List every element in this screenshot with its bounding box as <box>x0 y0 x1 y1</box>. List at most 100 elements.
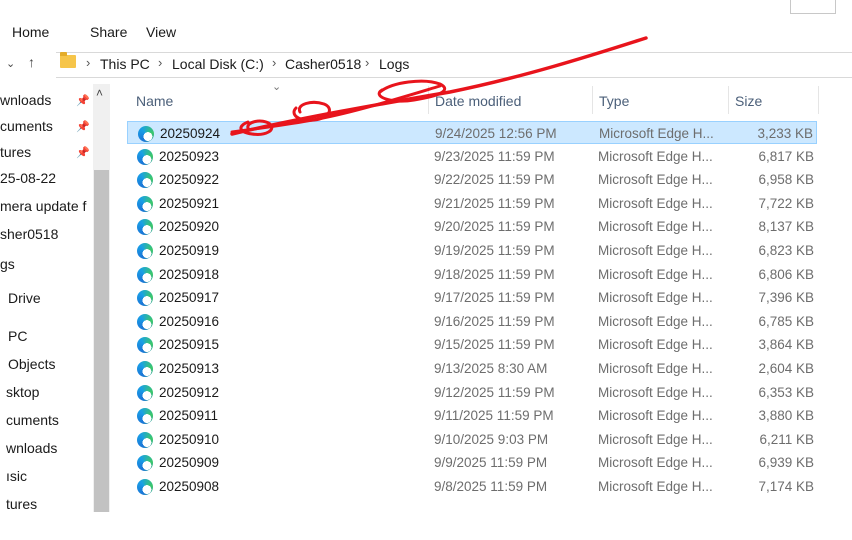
file-name: 20250920 <box>159 219 220 235</box>
tab-view[interactable]: View <box>146 24 176 40</box>
edge-html-icon <box>138 126 154 142</box>
tab-home[interactable]: Home <box>12 24 49 40</box>
nav-item-camera-update[interactable]: mera update f <box>0 198 86 214</box>
breadcrumb-casher0518[interactable]: Casher0518 <box>285 56 361 72</box>
up-arrow-icon[interactable]: ↑ <box>28 54 35 70</box>
file-date-modified: 9/13/2025 8:30 AM <box>434 361 548 376</box>
nav-item-this-pc[interactable]: PC <box>8 328 27 344</box>
file-row[interactable]: 20250918 9/18/2025 11:59 PM Microsoft Edge… <box>127 263 817 286</box>
breadcrumb-logs[interactable]: Logs <box>379 56 409 72</box>
ribbon: Home Share View <box>0 0 852 52</box>
file-type: Microsoft Edge H... <box>598 266 713 282</box>
column-divider[interactable] <box>428 86 429 114</box>
nav-item-downloads-pc[interactable]: wnloads <box>6 440 57 456</box>
column-header-type[interactable]: Type <box>599 93 629 109</box>
file-row[interactable]: 20250917 9/17/2025 11:59 PM Microsoft Edge… <box>127 286 817 309</box>
file-row[interactable]: 20250919 9/19/2025 11:59 PM Microsoft Edge… <box>127 239 817 262</box>
edge-html-icon <box>137 361 153 377</box>
file-size: 3,233 KB <box>757 126 813 141</box>
file-name: 20250921 <box>159 195 220 211</box>
file-name: 20250923 <box>159 148 220 164</box>
file-date-modified: 9/9/2025 11:59 PM <box>434 455 548 471</box>
file-row[interactable]: 20250911 9/11/2025 11:59 PM Microsoft Edge… <box>127 404 817 427</box>
file-date-modified: 9/12/2025 11:59 PM <box>434 384 555 400</box>
file-size: 7,722 KB <box>758 195 814 211</box>
file-row[interactable]: 20250924 9/24/2025 12:56 PM Microsoft Edge… <box>127 121 817 144</box>
file-name: 20250908 <box>159 479 220 494</box>
breadcrumb-separator-icon: › <box>86 55 91 70</box>
nav-item-desktop[interactable]: sktop <box>6 384 39 400</box>
file-date-modified: 9/11/2025 11:59 PM <box>434 408 554 424</box>
file-date-modified: 9/17/2025 11:59 PM <box>434 290 555 306</box>
ribbon-corner-box <box>790 0 836 14</box>
file-type: Microsoft Edge H... <box>598 337 713 353</box>
pin-icon[interactable]: 📌 <box>76 120 90 133</box>
column-header-date-modified[interactable]: Date modified <box>435 93 521 109</box>
breadcrumb-separator-icon: › <box>365 55 370 70</box>
file-type: Microsoft Edge H... <box>598 243 713 258</box>
column-header-name[interactable]: Name <box>136 93 173 109</box>
file-row[interactable]: 20250922 9/22/2025 11:59 PM Microsoft Edge… <box>127 168 817 191</box>
file-row[interactable]: 20250912 9/12/2025 11:59 PM Microsoft Edge… <box>127 381 817 404</box>
file-date-modified: 9/16/2025 11:59 PM <box>434 313 555 329</box>
file-size: 6,817 KB <box>758 148 814 164</box>
nav-item-music[interactable]: ısic <box>6 468 27 484</box>
nav-item-documents-pc[interactable]: cuments <box>6 412 59 428</box>
column-divider[interactable] <box>818 86 819 114</box>
breadcrumb-local-disk[interactable]: Local Disk (C:) <box>172 56 264 72</box>
file-row[interactable]: 20250909 9/9/2025 11:59 PM Microsoft Edge … <box>127 451 817 474</box>
nav-item-2025-08-22[interactable]: 25-08-22 <box>0 170 56 186</box>
nav-item-pictures-pc[interactable]: tures <box>6 496 37 512</box>
file-name: 20250909 <box>159 455 220 471</box>
file-type: Microsoft Edge H... <box>599 126 714 141</box>
edge-html-icon <box>137 172 153 189</box>
file-date-modified: 9/20/2025 11:59 PM <box>434 219 555 235</box>
pin-icon[interactable]: 📌 <box>76 146 90 159</box>
file-row[interactable]: 20250921 9/21/2025 11:59 PM Microsoft Edge… <box>127 192 817 215</box>
column-divider[interactable] <box>592 86 593 114</box>
file-type: Microsoft Edge H... <box>598 479 713 494</box>
tab-share[interactable]: Share <box>90 24 127 40</box>
file-row[interactable]: 20250910 9/10/2025 9:03 PM Microsoft Edge … <box>127 428 817 451</box>
file-type: Microsoft Edge H... <box>598 290 713 306</box>
file-size: 6,353 KB <box>758 384 814 400</box>
scroll-up-arrow-icon[interactable]: ˄ <box>96 86 103 100</box>
file-row[interactable]: 20250920 9/20/2025 11:59 PM Microsoft Edge… <box>127 215 817 238</box>
file-row[interactable]: 20250923 9/23/2025 11:59 PM Microsoft Edge… <box>127 145 817 168</box>
nav-item-casher0518[interactable]: sher0518 <box>0 226 58 242</box>
nav-item-logs[interactable]: gs <box>0 256 15 272</box>
edge-html-icon <box>137 148 153 165</box>
file-type: Microsoft Edge H... <box>598 384 713 400</box>
column-header-size[interactable]: Size <box>735 93 762 109</box>
file-size: 7,396 KB <box>758 290 814 306</box>
folder-icon <box>60 52 76 68</box>
column-divider[interactable] <box>728 86 729 114</box>
breadcrumb-this-pc[interactable]: This PC <box>100 56 150 72</box>
edge-html-icon <box>137 195 153 212</box>
file-row[interactable]: 20250913 9/13/2025 8:30 AM Microsoft Edge … <box>127 357 817 380</box>
nav-item-onedrive[interactable]: Drive <box>8 290 41 306</box>
edge-html-icon <box>137 431 153 448</box>
address-bar: ⌄ ↑ › This PC › Local Disk (C:) › Casher… <box>0 50 852 78</box>
edge-html-icon <box>137 337 153 354</box>
pin-icon[interactable]: 📌 <box>76 94 90 107</box>
breadcrumb-separator-icon: › <box>158 55 163 70</box>
nav-item-documents[interactable]: cuments <box>0 118 53 134</box>
file-row[interactable]: 20250915 9/15/2025 11:59 PM Microsoft Edge… <box>127 333 817 356</box>
recent-locations-chevron-icon[interactable]: ⌄ <box>6 57 15 70</box>
file-name: 20250917 <box>159 290 220 306</box>
file-date-modified: 9/8/2025 11:59 PM <box>434 479 548 494</box>
nav-item-3d-objects[interactable]: Objects <box>8 356 55 372</box>
file-size: 2,604 KB <box>758 361 814 376</box>
file-name: 20250919 <box>159 243 220 258</box>
file-size: 8,137 KB <box>758 219 814 235</box>
file-size: 3,880 KB <box>758 408 814 424</box>
file-row[interactable]: 20250916 9/16/2025 11:59 PM Microsoft Edge… <box>127 310 817 333</box>
edge-html-icon <box>137 408 153 425</box>
file-name: 20250924 <box>160 126 221 141</box>
file-type: Microsoft Edge H... <box>598 361 713 376</box>
nav-item-pictures[interactable]: tures <box>0 144 31 160</box>
nav-item-downloads[interactable]: wnloads <box>0 92 51 108</box>
nav-scrollbar-thumb[interactable] <box>94 170 109 512</box>
file-row[interactable]: 20250908 9/8/2025 11:59 PM Microsoft Edge … <box>127 475 817 498</box>
